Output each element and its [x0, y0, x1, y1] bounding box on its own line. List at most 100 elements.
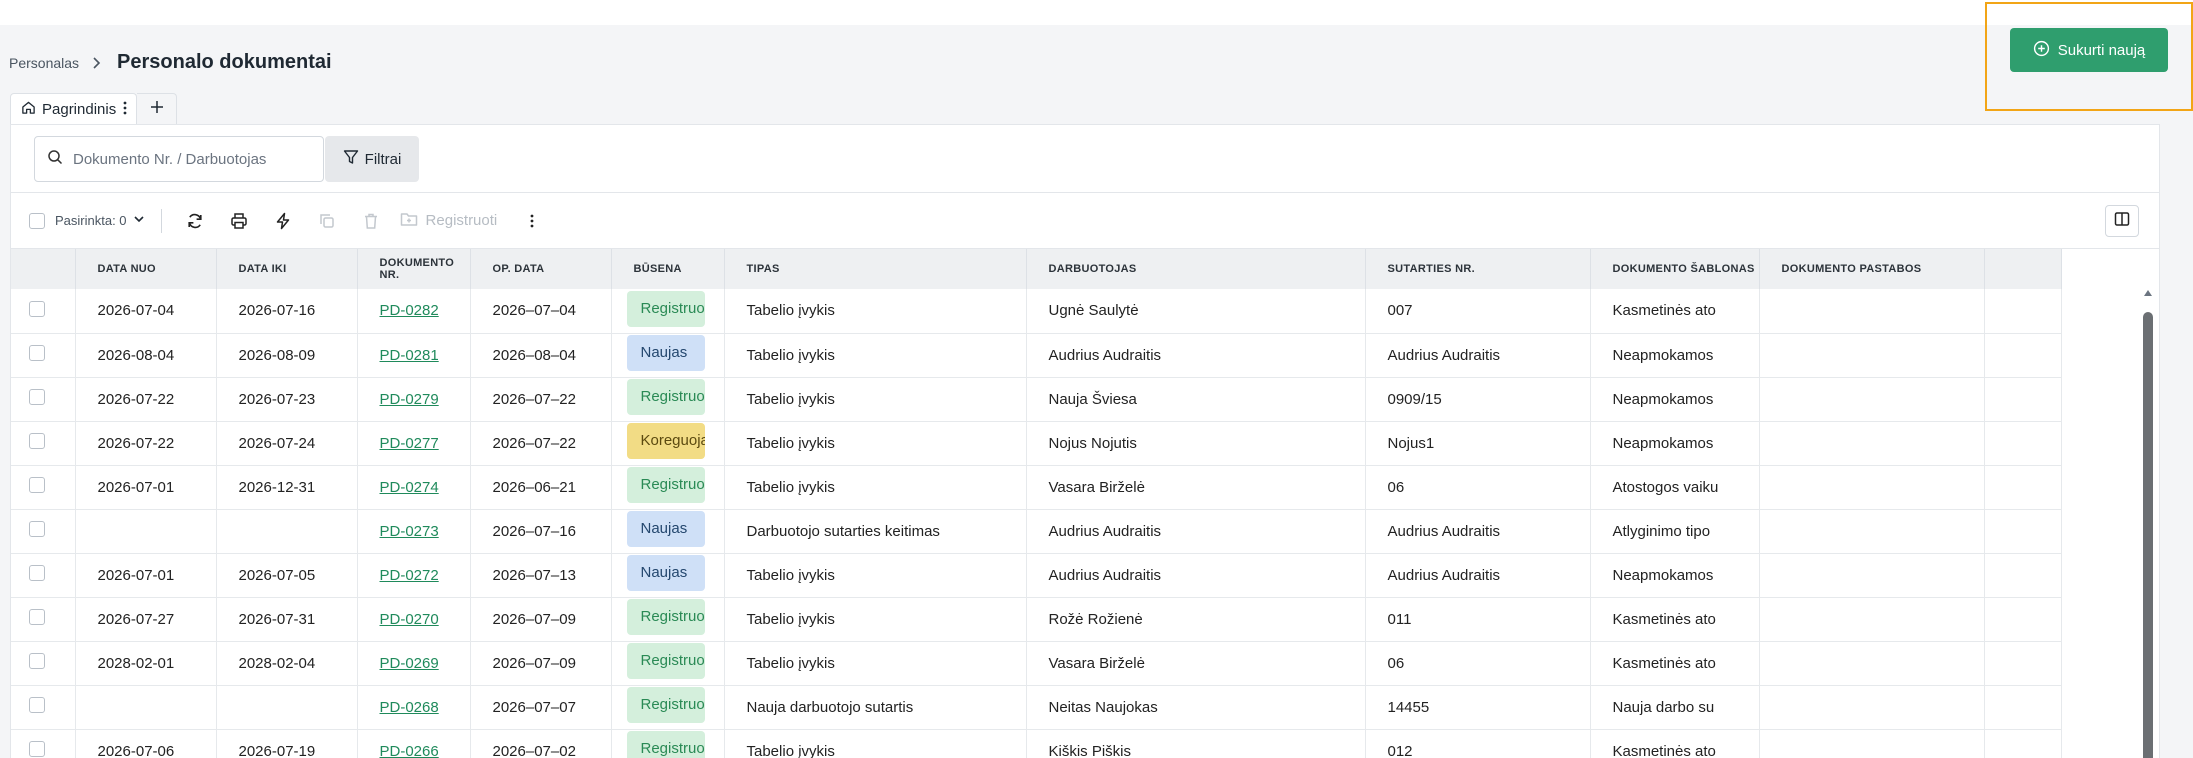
select-all-checkbox[interactable] — [29, 212, 45, 229]
document-number-link[interactable]: PD-0281 — [380, 347, 439, 364]
document-number-link[interactable]: PD-0268 — [380, 699, 439, 716]
cell-text: 007 — [1387, 302, 1413, 320]
cell-text: 2026-08-04 — [97, 346, 175, 364]
document-number-link[interactable]: PD-0270 — [380, 611, 439, 628]
header-col[interactable]: Data iki — [216, 249, 358, 289]
cell-notes — [1759, 641, 1985, 686]
row-select-cell — [11, 377, 76, 422]
cell-template: Neapmokamos — [1590, 421, 1760, 466]
document-number-link[interactable]: PD-0274 — [380, 479, 439, 496]
tab-pagrindinis[interactable]: Pagrindinis — [10, 93, 138, 125]
cell-text: 2026-07-05 — [238, 566, 316, 584]
row-checkbox[interactable] — [29, 565, 45, 581]
cell-text: 2026-08-09 — [238, 346, 316, 364]
table-row[interactable]: 2026-07-01 2026-12-31 PD-0274 2026–06–21 Reg… — [11, 465, 2062, 510]
refresh-icon[interactable] — [180, 206, 210, 236]
header-col[interactable]: Sutarties Nr. — [1365, 249, 1591, 289]
cell-text: 2026-07-22 — [97, 390, 175, 408]
cell-text: Audrius Audraitis — [1048, 346, 1162, 364]
more-vertical-icon[interactable] — [122, 100, 128, 120]
register-button[interactable]: Registruoti — [400, 211, 497, 231]
cell-date-from — [75, 685, 217, 730]
table-row[interactable]: 2026-07-01 2026-07-05 PD-0272 2026–07–13 Nau… — [11, 553, 2062, 598]
row-checkbox[interactable] — [29, 741, 45, 757]
row-checkbox[interactable] — [29, 345, 45, 361]
search-box[interactable] — [34, 136, 324, 182]
header-col[interactable]: Būsena — [611, 249, 725, 289]
scroll-up-arrow-icon[interactable] — [2144, 290, 2152, 296]
lightning-icon[interactable] — [268, 206, 298, 236]
table-row[interactable]: 2026-07-22 2026-07-24 PD-0277 2026–07–22 Kor… — [11, 421, 2062, 466]
cell-text: 2026-07-31 — [238, 610, 316, 628]
breadcrumb-root[interactable]: Personalas — [9, 55, 79, 71]
cell-date-from: 2026-07-01 — [75, 465, 217, 510]
cell-text: Neitas Naujokas — [1048, 698, 1158, 716]
header-col[interactable]: Data nuo — [75, 249, 217, 289]
row-checkbox[interactable] — [29, 609, 45, 625]
cell-doc-no: PD-0279 — [357, 377, 471, 422]
cell-doc-no: PD-0274 — [357, 465, 471, 510]
header-col[interactable]: Op. data — [470, 249, 612, 289]
add-tab-button[interactable] — [137, 93, 178, 125]
table-row[interactable]: 2026-07-27 2026-07-31 PD-0270 2026–07–09 Reg… — [11, 597, 2062, 642]
document-number-link[interactable]: PD-0272 — [380, 567, 439, 584]
cell-op-date: 2026–07–09 — [470, 641, 612, 686]
print-icon[interactable] — [224, 206, 254, 236]
cell-status: Naujas — [611, 553, 725, 598]
document-number-link[interactable]: PD-0269 — [380, 655, 439, 672]
document-number-link[interactable]: PD-0273 — [380, 523, 439, 540]
cell-template: Kasmetinės ato — [1590, 597, 1760, 642]
cell-date-to: 2026-12-31 — [216, 465, 358, 510]
home-icon — [21, 100, 36, 119]
document-number-link[interactable]: PD-0266 — [380, 743, 439, 758]
row-checkbox[interactable] — [29, 697, 45, 713]
cell-status: Registruotas — [611, 465, 725, 510]
trash-icon[interactable] — [356, 206, 386, 236]
cell-text: Audrius Audraitis — [1387, 522, 1501, 540]
row-checkbox[interactable] — [29, 477, 45, 493]
cell-text: Tabelio įvykis — [746, 346, 835, 364]
table-row[interactable]: 2026-07-06 2026-07-19 PD-0266 2026–07–02 Reg… — [11, 729, 2062, 758]
table-row[interactable]: 2026-07-04 2026-07-16 PD-0282 2026–07–04 Reg… — [11, 289, 2062, 334]
create-new-button[interactable]: Sukurti naują — [2010, 28, 2168, 72]
header-col[interactable]: Darbuotojas — [1026, 249, 1366, 289]
table-scrollbar[interactable] — [2142, 290, 2154, 758]
search-input[interactable] — [73, 150, 303, 168]
scrollbar-thumb[interactable] — [2143, 312, 2153, 758]
cell-text: 012 — [1387, 742, 1413, 758]
row-spacer — [1984, 289, 2062, 334]
row-checkbox[interactable] — [29, 521, 45, 537]
document-number-link[interactable]: PD-0282 — [380, 302, 439, 319]
header-col[interactable]: Dokumento Nr. — [357, 249, 471, 289]
column-layout-button[interactable] — [2105, 205, 2139, 237]
header-col[interactable]: Dokumento pastabos — [1759, 249, 1985, 289]
status-badge: Registruotas — [626, 599, 705, 635]
cell-type: Tabelio įvykis — [724, 421, 1027, 466]
row-checkbox[interactable] — [29, 433, 45, 449]
document-number-link[interactable]: PD-0279 — [380, 391, 439, 408]
row-select-cell — [11, 421, 76, 466]
header-col[interactable]: Tipas — [724, 249, 1027, 289]
copy-icon[interactable] — [312, 206, 342, 236]
filters-button[interactable]: Filtrai — [325, 136, 419, 182]
selection-dropdown[interactable]: Pasirinkta: 0 — [55, 213, 145, 228]
documents-panel: Filtrai Pasirinkta: 0 — [10, 124, 2160, 758]
row-checkbox[interactable] — [29, 300, 45, 317]
table-row[interactable]: 2028-02-01 2028-02-04 PD-0269 2026–07–09 Reg… — [11, 641, 2062, 686]
table-row[interactable]: PD-0273 2026–07–16 Naujas Darbuotojo sutart… — [11, 509, 2062, 554]
cell-notes — [1759, 289, 1985, 334]
header-col[interactable]: Dokumento šablonas — [1590, 249, 1760, 289]
row-checkbox[interactable] — [29, 389, 45, 405]
more-vertical-icon[interactable] — [517, 206, 547, 236]
table-row[interactable]: PD-0268 2026–07–07 Registruotas Nauja darbu… — [11, 685, 2062, 730]
cell-status: Naujas — [611, 333, 725, 378]
cell-text: Rožė Rožienė — [1048, 610, 1143, 628]
document-number-link[interactable]: PD-0277 — [380, 435, 439, 452]
cell-employee: Neitas Naujokas — [1026, 685, 1366, 730]
table-row[interactable]: 2026-08-04 2026-08-09 PD-0281 2026–08–04 Nau… — [11, 333, 2062, 378]
cell-type: Nauja darbuotojo sutartis — [724, 685, 1027, 730]
status-badge: Registruotas — [626, 467, 705, 503]
view-tabs: Pagrindinis — [10, 93, 178, 125]
row-checkbox[interactable] — [29, 653, 45, 669]
table-row[interactable]: 2026-07-22 2026-07-23 PD-0279 2026–07–22 Reg… — [11, 377, 2062, 422]
